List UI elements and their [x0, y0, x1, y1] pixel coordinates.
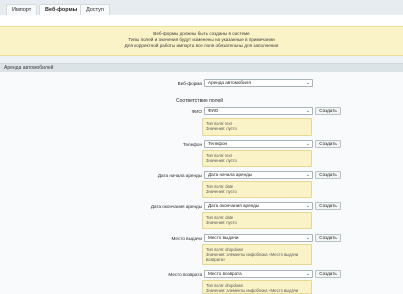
field-values: Значения: элементы инфоблока «Место выда… — [206, 288, 299, 293]
mapping-title: Соответствие полей — [176, 98, 224, 104]
field-select[interactable]: Телефон ⌄ — [204, 140, 313, 148]
chevron-down-icon: ⌄ — [305, 80, 310, 86]
chevron-down-icon: ⌄ — [305, 141, 310, 147]
notice-banner: Веб-формы должны быть созданы в системе … — [0, 26, 403, 56]
webform-select-value: Аренда автомобиля — [208, 80, 251, 85]
field-label: ФИО — [191, 109, 202, 114]
tab-bar: Импорт Веб-формы Доступ — [0, 0, 403, 15]
section-header: Аренда автомобилей — [0, 63, 403, 72]
create-button[interactable]: Создать — [315, 270, 341, 278]
field-label: Место возврата — [168, 272, 202, 277]
field-label: Место выдачи — [171, 236, 202, 241]
field-values-cont: возврата» — [206, 257, 226, 262]
field-select[interactable]: Место возврата ⌄ — [204, 270, 313, 278]
notice-line-3: Для корректной работы импорта все поля о… — [124, 43, 279, 48]
create-button[interactable]: Создать — [315, 107, 341, 115]
field-label: Дата окончания аренды — [150, 204, 202, 209]
field-info: Тип поля: text Значения: пусто — [202, 150, 312, 167]
field-label: Телефон — [182, 142, 202, 147]
create-button[interactable]: Создать — [315, 171, 341, 179]
field-select-value: Дата окончания аренды — [208, 203, 260, 208]
tab-content-top — [0, 15, 403, 26]
spacer — [0, 56, 403, 63]
tab-access[interactable]: Доступ — [80, 4, 110, 15]
create-button[interactable]: Создать — [315, 202, 341, 210]
chevron-down-icon: ⌄ — [305, 271, 310, 277]
field-values: Значения: пусто — [206, 126, 237, 131]
chevron-down-icon: ⌄ — [305, 108, 310, 114]
field-select[interactable]: Место выдачи ⌄ — [204, 234, 313, 242]
chevron-down-icon: ⌄ — [305, 235, 310, 241]
field-info: Тип поля: text Значения: пусто — [202, 118, 312, 136]
create-button[interactable]: Создать — [315, 140, 341, 148]
field-select[interactable]: Дата окончания аренды ⌄ — [204, 202, 313, 210]
create-button[interactable]: Создать — [315, 234, 341, 242]
field-values: Значения: пусто — [206, 189, 237, 194]
tab-webforms[interactable]: Веб-формы — [39, 4, 84, 15]
chevron-down-icon: ⌄ — [305, 203, 310, 209]
field-values: Значения: пусто — [206, 220, 237, 225]
field-info: Тип поля: dropdown Значения: элементы ин… — [202, 280, 312, 294]
field-select[interactable]: ФИО ⌄ — [204, 107, 313, 115]
field-label: Дата начала аренды — [157, 173, 202, 178]
field-select-value: ФИО — [208, 108, 219, 113]
webform-select[interactable]: Аренда автомобиля ⌄ — [204, 79, 313, 87]
field-select-value: Дата начала аренды — [208, 172, 253, 177]
field-select[interactable]: Дата начала аренды ⌄ — [204, 171, 313, 179]
tab-import[interactable]: Импорт — [6, 4, 38, 15]
field-select-value: Телефон — [208, 141, 228, 146]
chevron-down-icon: ⌄ — [305, 172, 310, 178]
webform-label: Веб-форма — [177, 81, 202, 86]
field-info: Тип поля: date Значения: пусто — [202, 181, 312, 198]
field-info: Тип поля: date Значения: пусто — [202, 212, 312, 229]
field-values: Значения: пусто — [206, 158, 237, 163]
field-select-value: Место выдачи — [208, 235, 239, 240]
field-select-value: Место возврата — [208, 271, 242, 276]
field-info: Тип поля: dropdown Значения: элементы ин… — [202, 244, 312, 265]
